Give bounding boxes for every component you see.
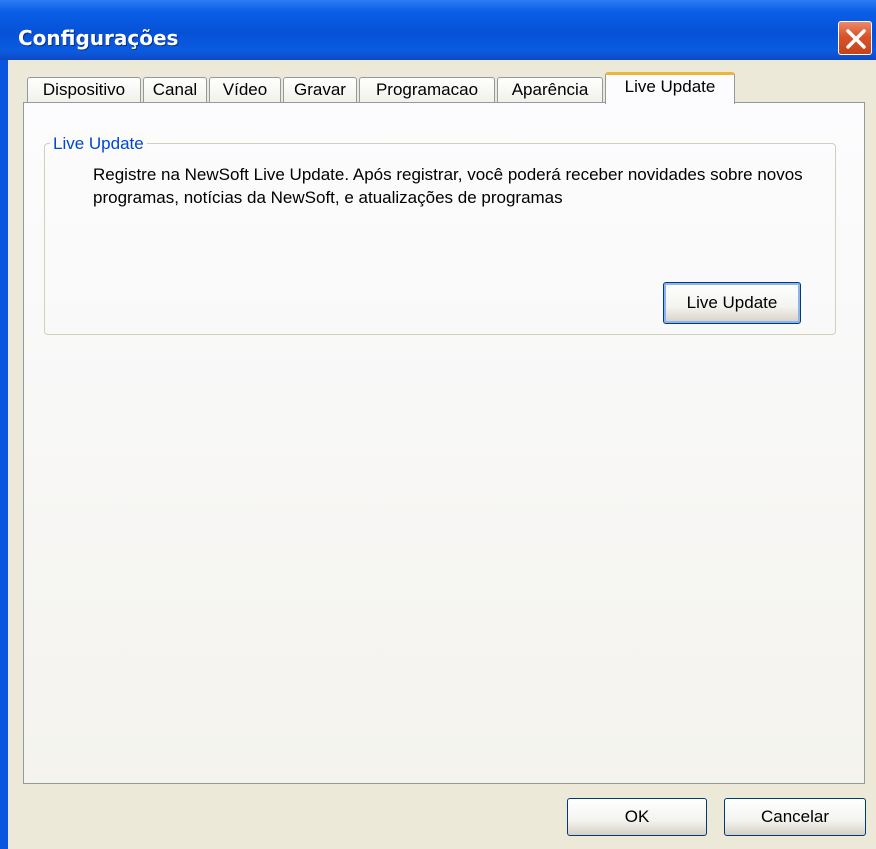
tab-aparencia[interactable]: Aparência — [497, 77, 603, 103]
close-button[interactable] — [838, 21, 872, 55]
window-title: Configurações — [18, 26, 179, 50]
tab-gravar[interactable]: Gravar — [283, 77, 357, 103]
live-update-description: Registre na NewSoft Live Update. Após re… — [93, 165, 803, 207]
live-update-button[interactable]: Live Update — [663, 282, 801, 324]
tab-canal[interactable]: Canal — [143, 77, 207, 103]
tab-programacao[interactable]: Programacao — [359, 77, 495, 103]
tab-dispositivo[interactable]: Dispositivo — [27, 77, 141, 103]
live-update-group-title: Live Update — [50, 133, 147, 155]
close-icon — [846, 29, 866, 49]
tab-video[interactable]: Vídeo — [209, 77, 281, 103]
title-bar[interactable]: Configurações — [0, 0, 876, 60]
settings-window: Configurações Dispositivo Canal Vídeo Gr… — [0, 0, 876, 849]
ok-button[interactable]: OK — [567, 798, 707, 836]
tab-live-update[interactable]: Live Update — [605, 72, 735, 104]
cancel-button[interactable]: Cancelar — [724, 798, 866, 836]
dialog-client-area: Dispositivo Canal Vídeo Gravar Programac… — [8, 60, 876, 849]
